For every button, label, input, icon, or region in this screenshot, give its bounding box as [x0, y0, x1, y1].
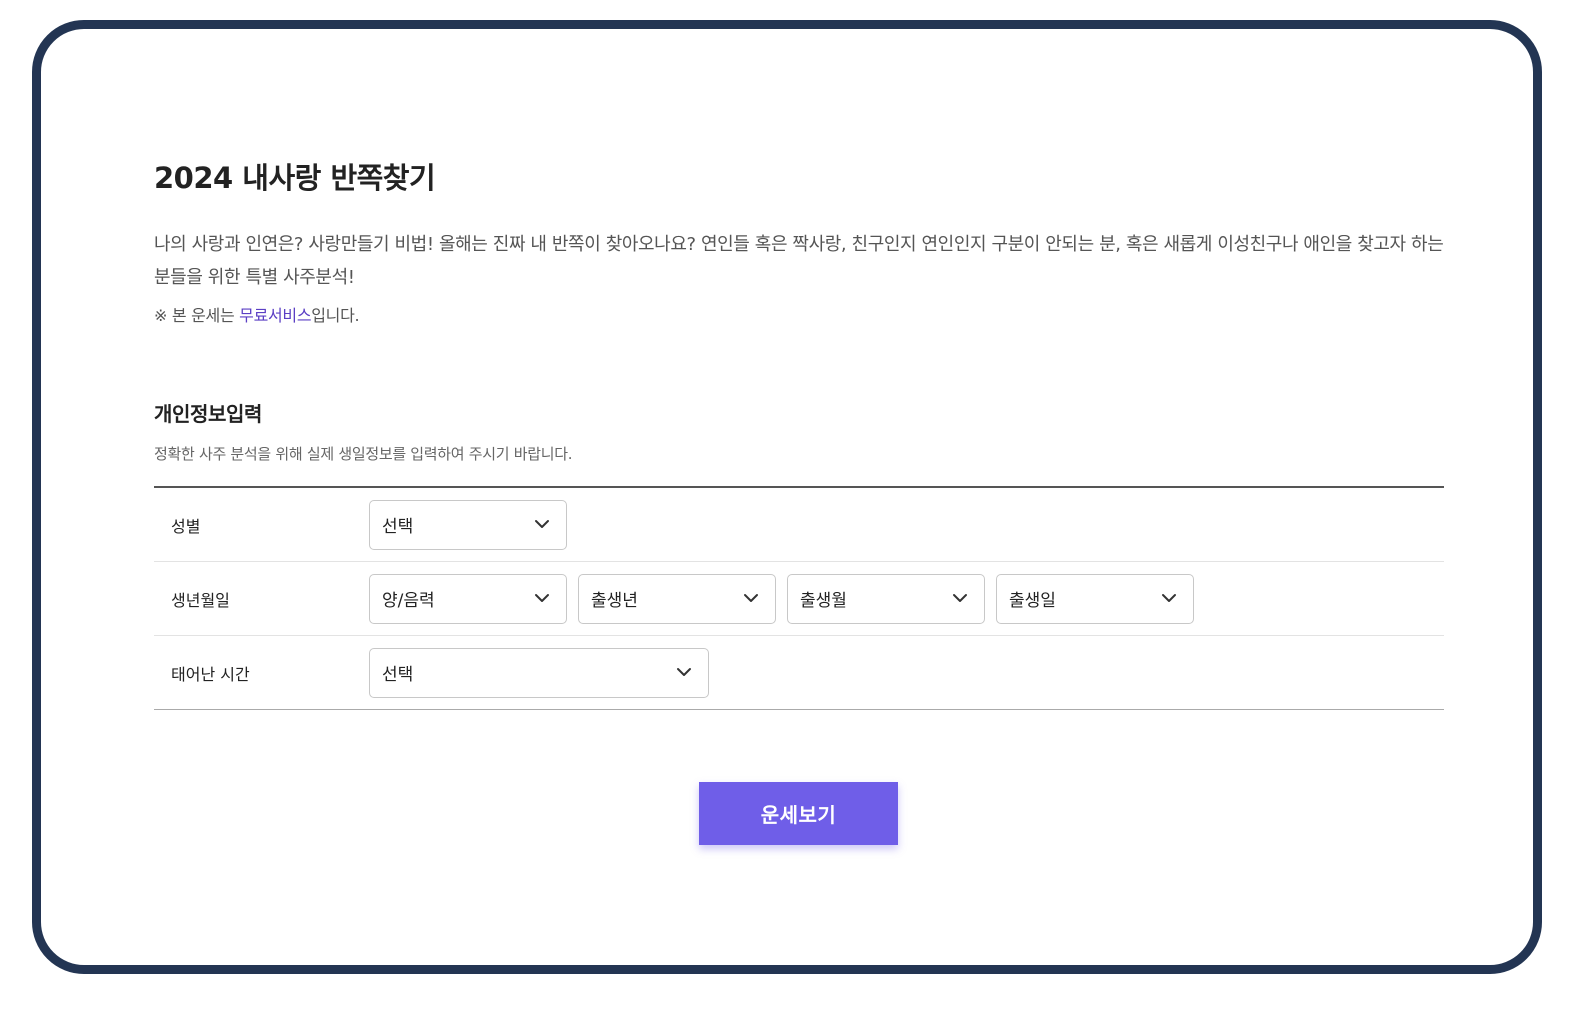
birth-year-value: 출생년: [591, 591, 638, 611]
birth-day-select[interactable]: 출생일: [996, 573, 1194, 624]
calendar-type-value: 양/음력: [382, 591, 435, 611]
notice-suffix: 입니다.: [311, 306, 360, 325]
chevron-down-icon: [535, 593, 549, 602]
chevron-down-icon: [677, 667, 691, 676]
free-service-notice: ※ 본 운세는 무료서비스입니다.: [154, 302, 360, 326]
page-title: 2024 내사랑 반쪽찾기: [154, 161, 436, 195]
form-row-gender: 성별 선택: [154, 488, 1444, 562]
gender-select[interactable]: 선택: [369, 499, 567, 550]
birthdate-fields: 양/음력 출생년 출생월 출생일: [369, 573, 1194, 624]
chevron-down-icon: [953, 593, 967, 602]
gender-fields: 선택: [369, 499, 567, 550]
gender-label: 성별: [171, 516, 201, 536]
birth-day-value: 출생일: [1009, 591, 1056, 611]
section-description: 정확한 사주 분석을 위해 실제 생일정보를 입력하여 주시기 바랍니다.: [154, 445, 573, 463]
view-fortune-button[interactable]: 운세보기: [699, 782, 898, 845]
section-title: 개인정보입력: [154, 402, 262, 426]
chevron-down-icon: [744, 593, 758, 602]
birth-time-fields: 선택: [369, 647, 709, 698]
birth-month-value: 출생월: [800, 591, 847, 611]
form-row-birth-time: 태어난 시간 선택: [154, 636, 1444, 709]
gender-select-value: 선택: [382, 517, 414, 537]
birthdate-label: 생년월일: [171, 590, 230, 610]
notice-prefix: ※ 본 운세는: [154, 306, 240, 325]
personal-info-form: 성별 선택 생년월일 양/음력 출생년 출생월 출생일 태어난 시간 선택: [154, 486, 1444, 710]
chevron-down-icon: [1162, 593, 1176, 602]
chevron-down-icon: [535, 519, 549, 528]
birth-month-select[interactable]: 출생월: [787, 573, 985, 624]
birth-year-select[interactable]: 출생년: [578, 573, 776, 624]
birth-time-value: 선택: [382, 665, 414, 685]
page-description: 나의 사랑과 인연은? 사랑만들기 비법! 올해는 진짜 내 반쪽이 찾아오나요…: [154, 234, 1444, 288]
form-row-birthdate: 생년월일 양/음력 출생년 출생월 출생일: [154, 562, 1444, 636]
free-service-label: 무료서비스: [239, 306, 312, 325]
birth-time-label: 태어난 시간: [171, 664, 250, 684]
birth-time-select[interactable]: 선택: [369, 647, 709, 698]
calendar-type-select[interactable]: 양/음력: [369, 573, 567, 624]
